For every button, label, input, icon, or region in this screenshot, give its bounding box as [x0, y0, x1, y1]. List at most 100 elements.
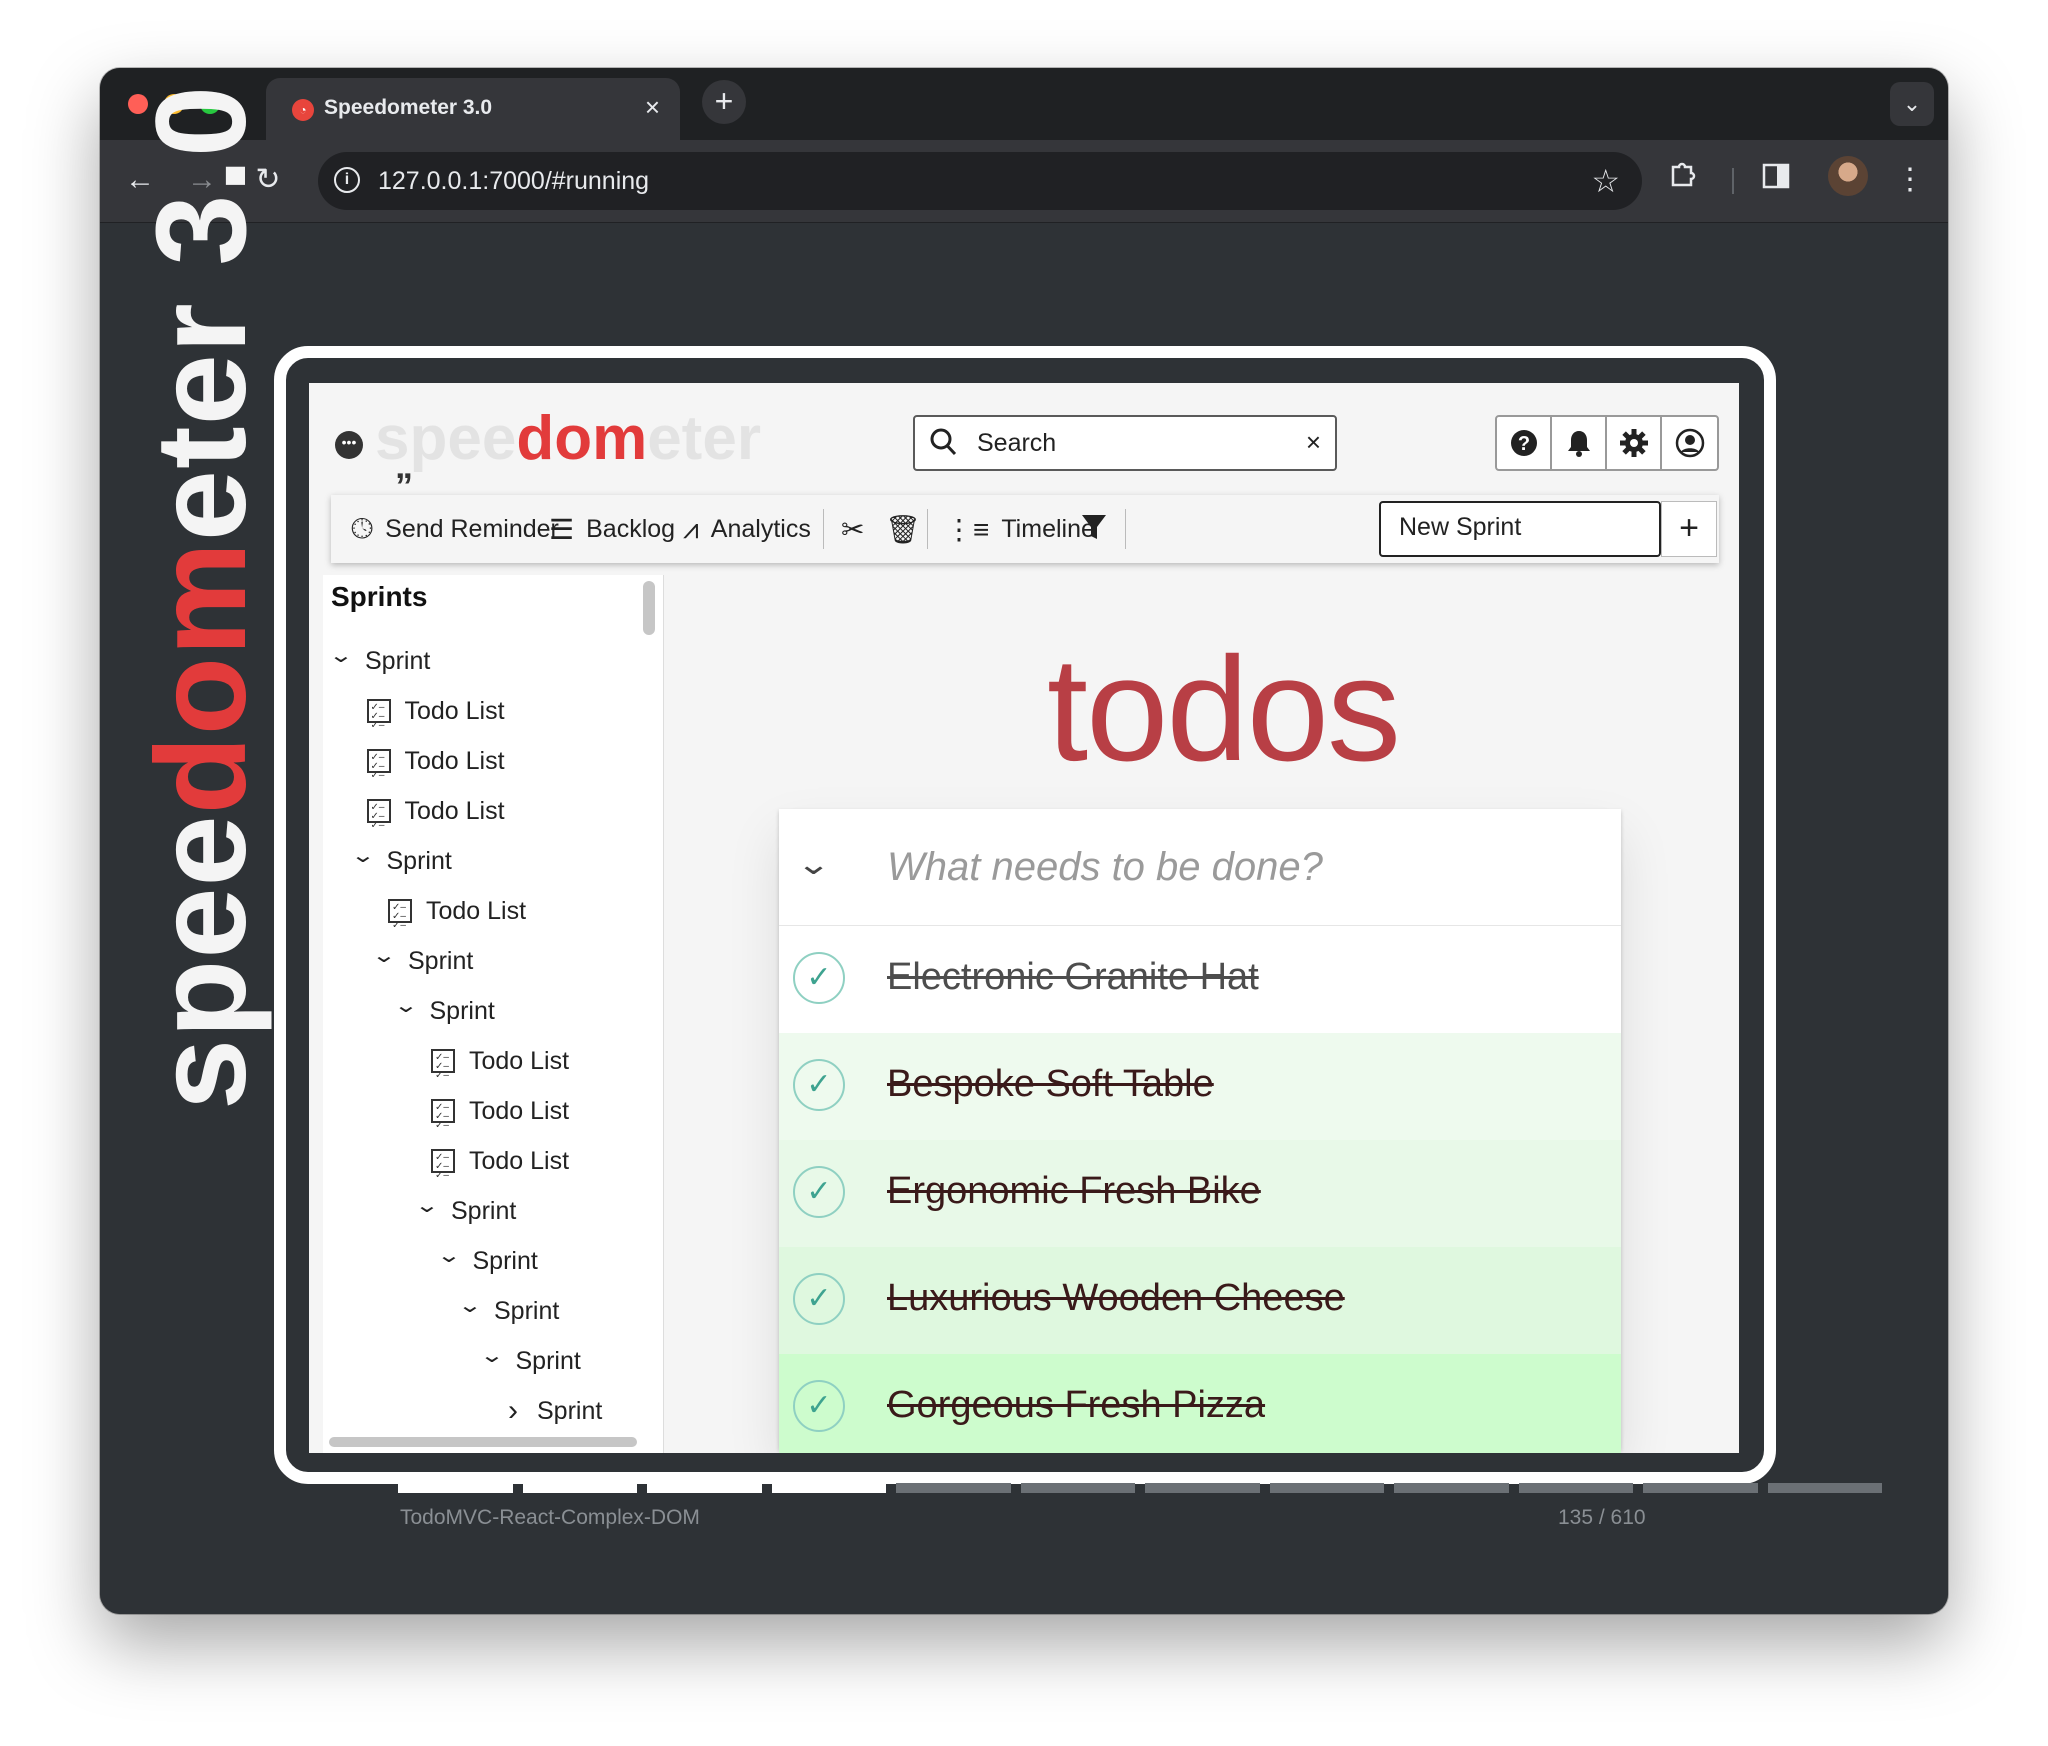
- sidebar-item-sprint[interactable]: ⌄ Sprint: [457, 1291, 560, 1331]
- cut-button[interactable]: ✂: [841, 513, 864, 546]
- user-icon[interactable]: [1662, 417, 1717, 469]
- sidebar-vertical-scrollbar[interactable]: [643, 581, 655, 635]
- sidebar-item-label: Todo List: [426, 896, 527, 925]
- progress-segment-pending: [1518, 1483, 1633, 1493]
- todo-checkbox-check-icon[interactable]: ✓: [793, 1380, 845, 1432]
- chevron-down-icon[interactable]: ⌄: [434, 1243, 464, 1268]
- scissors-icon: ✂: [841, 514, 865, 545]
- progress-segment-pending: [896, 1483, 1011, 1493]
- list-icon: ☰: [549, 514, 575, 545]
- timeline-button[interactable]: ⋮≡ Timeline: [945, 513, 1095, 546]
- sidebar-item-sprint[interactable]: ⌄ Sprint: [371, 941, 473, 981]
- sidebar-item-label: Sprint: [494, 1296, 560, 1325]
- sidebar-item-label: Todo List: [404, 696, 505, 725]
- search-placeholder: Search: [977, 429, 1057, 457]
- chevron-right-icon[interactable]: ›: [503, 1394, 523, 1428]
- search-clear-icon[interactable]: ×: [1306, 427, 1321, 458]
- speedometer-favicon-icon: ◔: [292, 99, 314, 121]
- sidebar-item-sprint[interactable]: ⌄ Sprint: [393, 991, 495, 1031]
- sidebar-item-sprint[interactable]: ⌄ Sprint: [436, 1241, 538, 1281]
- sidebar-item-sprint[interactable]: ⌄ Sprint: [350, 841, 452, 881]
- sidebar-title: Sprints: [331, 581, 428, 612]
- toggle-all-chevron-icon[interactable]: ⌄: [796, 847, 831, 882]
- filter-icon: [1082, 515, 1106, 539]
- todomvc-app: ••• speedometer „ Search × ? 🕓︎ Send Rem…: [309, 383, 1739, 1453]
- sidebar-item-sprint[interactable]: ⌄ Sprint: [328, 641, 430, 681]
- new-todo-input[interactable]: What needs to be done?: [887, 845, 1323, 890]
- sidebar-horizontal-scrollbar[interactable]: [329, 1437, 637, 1447]
- checklist-icon: ✓– ✓– ✓–: [431, 1149, 455, 1181]
- address-bar[interactable]: i 127.0.0.1:7000/#running ☆: [318, 152, 1642, 210]
- question-icon[interactable]: ?: [1497, 417, 1552, 469]
- sidebar-item-todo-list[interactable]: ✓– ✓– ✓– Todo List: [431, 1091, 569, 1131]
- header-icon-group: ?: [1495, 415, 1719, 471]
- bookmark-star-icon[interactable]: ☆: [1591, 162, 1620, 200]
- add-sprint-button[interactable]: +: [1661, 501, 1717, 557]
- sidebar-item-label: Sprint: [472, 1246, 538, 1275]
- sidebar-item-sprint[interactable]: ⌄ Sprint: [479, 1341, 581, 1381]
- search-input[interactable]: Search ×: [913, 415, 1337, 471]
- sidebar-item-todo-list[interactable]: ✓– ✓– ✓– Todo List: [431, 1141, 569, 1181]
- sidebar-item-label: Sprint: [451, 1196, 517, 1225]
- new-sprint-input[interactable]: New Sprint: [1379, 501, 1661, 557]
- site-info-icon[interactable]: i: [334, 167, 360, 193]
- tab-close-icon[interactable]: ×: [645, 92, 660, 123]
- chevron-down-icon[interactable]: ⌄: [455, 1293, 485, 1318]
- sidebar-item-label: Todo List: [469, 1146, 570, 1175]
- profile-avatar[interactable]: [1828, 156, 1868, 196]
- todo-checkbox-check-icon[interactable]: ✓: [793, 1273, 845, 1325]
- sidebar-item-todo-list[interactable]: ✓– ✓– ✓– Todo List: [431, 1041, 569, 1081]
- todo-item[interactable]: ✓ Luxurious Wooden Cheese: [779, 1247, 1621, 1355]
- todos-title: todos: [1046, 627, 1401, 792]
- todo-checkbox-check-icon[interactable]: ✓: [793, 1059, 845, 1111]
- sidebar-item-label: Sprint: [429, 996, 495, 1025]
- browser-tab[interactable]: ◔ Speedometer 3.0 ×: [266, 78, 680, 140]
- chevron-down-icon[interactable]: ⌄: [348, 843, 378, 868]
- sidebar-item-label: Todo List: [404, 796, 505, 825]
- send-reminder-button[interactable]: 🕓︎ Send Reminder: [351, 513, 559, 546]
- sidebar-item-sprint[interactable]: ⌄ Sprint: [414, 1191, 517, 1231]
- logo-eter-text: eter: [130, 302, 273, 542]
- sidebar-item-label: Sprint: [386, 846, 452, 875]
- chevron-down-icon[interactable]: ⌄: [412, 1193, 442, 1218]
- todo-item[interactable]: ✓ Electronic Granite Hat: [779, 926, 1621, 1034]
- logo-version-text: 3.0: [130, 84, 273, 303]
- logo-speed-text: spee: [130, 814, 273, 1110]
- todo-item[interactable]: ✓ Gorgeous Fresh Pizza: [779, 1354, 1621, 1453]
- url-text[interactable]: 127.0.0.1:7000/#running: [378, 167, 649, 196]
- progress-segment-complete: [522, 1483, 637, 1493]
- chevron-down-icon[interactable]: ⌄: [326, 643, 356, 668]
- todo-item[interactable]: ✓ Ergonomic Fresh Bike: [779, 1140, 1621, 1248]
- suite-name: TodoMVC-React-Complex-DOM: [400, 1506, 700, 1529]
- todo-label: Electronic Granite Hat: [887, 956, 1259, 998]
- sidebar-item-todo-list[interactable]: ✓– ✓– ✓– Todo List: [366, 741, 505, 781]
- sidebar-item-todo-list[interactable]: ✓– ✓– ✓– Todo List: [388, 891, 526, 931]
- new-tab-button[interactable]: +: [702, 80, 746, 124]
- sidebar-item-sprint[interactable]: › Sprint: [503, 1391, 602, 1431]
- tab-search-button[interactable]: ⌄: [1890, 82, 1934, 126]
- bell-icon[interactable]: [1552, 417, 1607, 469]
- sidebar-item-todo-list[interactable]: ✓– ✓– ✓– Todo List: [366, 691, 505, 731]
- todo-checkbox-check-icon[interactable]: ✓: [793, 952, 845, 1004]
- sidebar-item-label: Sprint: [537, 1396, 603, 1425]
- todo-item[interactable]: ✓ Bespoke Soft Table: [779, 1033, 1621, 1141]
- todo-checkbox-check-icon[interactable]: ✓: [793, 1166, 845, 1218]
- side-panel-icon[interactable]: [1754, 158, 1798, 202]
- chevron-down-icon[interactable]: ⌄: [391, 993, 421, 1018]
- sidebar-item-todo-list[interactable]: ✓– ✓– ✓– Todo List: [366, 791, 505, 831]
- todo-label: Bespoke Soft Table: [887, 1063, 1214, 1105]
- progress-segment-pending: [1394, 1483, 1509, 1493]
- filter-button[interactable]: [1081, 513, 1107, 541]
- speedometer-vertical-logo: speedometer 3.0: [128, 85, 275, 1110]
- chevron-down-icon[interactable]: ⌄: [369, 943, 399, 968]
- checklist-icon: ✓– ✓– ✓–: [431, 1099, 455, 1131]
- extensions-icon[interactable]: [1660, 158, 1704, 202]
- sidebar-item-label: Sprint: [515, 1346, 581, 1375]
- gear-icon[interactable]: [1607, 417, 1662, 469]
- delete-button[interactable]: 🗑︎: [885, 513, 921, 546]
- analytics-button[interactable]: ⩘ Analytics: [683, 513, 811, 546]
- chevron-down-icon[interactable]: ⌄: [477, 1343, 507, 1368]
- checklist-icon: ✓– ✓– ✓–: [366, 799, 391, 831]
- menu-kebab-icon[interactable]: ⋮: [1888, 158, 1932, 202]
- backlog-button[interactable]: ☰ Backlog: [549, 513, 675, 546]
